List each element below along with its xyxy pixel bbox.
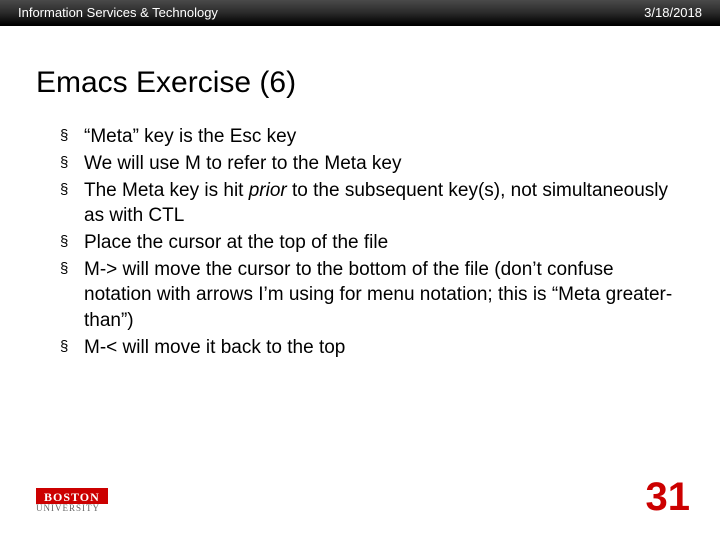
bullet-pre: The Meta key is hit [84,180,249,201]
bullet-text: Place the cursor at the top of the file [84,230,684,255]
bullet-text: M-> will move the cursor to the bottom o… [84,257,684,332]
bullet-pre: “Meta” key is the Esc key [84,126,296,147]
header-bar: Information Services & Technology 3/18/2… [0,0,720,26]
bullet-marker-icon: § [60,230,84,255]
bullet-marker-icon: § [60,257,84,332]
bullet-marker-icon: § [60,335,84,360]
bullet-pre: We will use M to refer to the Meta key [84,153,402,174]
list-item: § M-< will move it back to the top [60,335,684,360]
bullet-pre: M-< will move it back to the top [84,337,345,358]
list-item: § “Meta” key is the Esc key [60,124,684,149]
bullet-pre: Place the cursor at the top of the file [84,232,388,253]
boston-university-logo: BOSTON UNIVERSITY [36,484,146,516]
bullet-text: “Meta” key is the Esc key [84,124,684,149]
logo-line1: BOSTON [36,488,108,504]
bullet-marker-icon: § [60,151,84,176]
slide: Information Services & Technology 3/18/2… [0,0,720,540]
logo-line2: UNIVERSITY [36,503,108,513]
bullet-text: The Meta key is hit prior to the subsequ… [84,178,684,228]
list-item: § The Meta key is hit prior to the subse… [60,178,684,228]
logo-text: BOSTON UNIVERSITY [36,488,108,513]
bullet-marker-icon: § [60,178,84,228]
body-area: § “Meta” key is the Esc key § We will us… [0,124,720,360]
list-item: § Place the cursor at the top of the fil… [60,230,684,255]
header-date: 3/18/2018 [644,5,702,20]
slide-title: Emacs Exercise (6) [36,66,684,100]
bullet-pre: M-> will move the cursor to the bottom o… [84,259,672,330]
bullet-marker-icon: § [60,124,84,149]
list-item: § M-> will move the cursor to the bottom… [60,257,684,332]
bullet-text: We will use M to refer to the Meta key [84,151,684,176]
page-number: 31 [646,475,691,520]
bullet-italic: prior [249,180,287,201]
list-item: § We will use M to refer to the Meta key [60,151,684,176]
title-area: Emacs Exercise (6) [0,26,720,124]
header-left: Information Services & Technology [18,5,218,20]
bullet-text: M-< will move it back to the top [84,335,684,360]
